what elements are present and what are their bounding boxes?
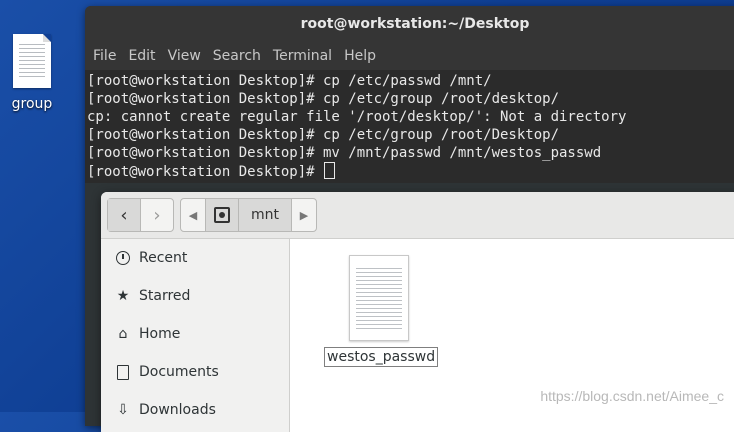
terminal-line: [root@workstation Desktop]# cp /etc/grou… <box>87 91 560 107</box>
path-crumb-mnt[interactable]: mnt <box>239 199 292 231</box>
menu-help[interactable]: Help <box>338 48 382 64</box>
terminal-line: cp: cannot create regular file '/root/de… <box>87 109 627 125</box>
text-file-icon <box>349 255 409 341</box>
terminal-title: root@workstation:~/Desktop <box>85 6 734 42</box>
sidebar-item-label: Starred <box>139 288 191 304</box>
terminal-line: [root@workstation Desktop]# cp /etc/pass… <box>87 73 492 89</box>
menu-file[interactable]: File <box>87 48 122 64</box>
terminal-cursor <box>324 162 336 179</box>
file-item-westos-passwd[interactable]: westos_passwd <box>324 255 439 367</box>
terminal-prompt: [root@workstation Desktop]# <box>87 164 324 180</box>
forward-button[interactable]: › <box>141 199 173 231</box>
sidebar-item-label: Documents <box>139 364 219 380</box>
star-icon: ★ <box>116 288 130 304</box>
terminal-line: [root@workstation Desktop]# cp /etc/grou… <box>87 127 560 143</box>
desktop-file-group[interactable]: group <box>6 34 58 112</box>
path-bar: ◀ mnt ▶ <box>180 198 317 232</box>
terminal-menubar: File Edit View Search Terminal Help <box>85 42 734 70</box>
drive-icon <box>214 207 230 223</box>
sidebar-item-label: Home <box>139 326 181 342</box>
sidebar-item-home[interactable]: ⌂ Home <box>101 315 289 353</box>
desktop-file-label: group <box>11 96 53 112</box>
history-nav: ‹ › <box>107 198 174 232</box>
text-file-icon <box>13 34 51 88</box>
menu-edit[interactable]: Edit <box>122 48 161 64</box>
path-scroll-right-icon[interactable]: ▶ <box>292 199 316 231</box>
drive-button[interactable] <box>205 199 239 231</box>
file-manager-headerbar: ‹ › ◀ mnt ▶ <box>101 192 734 239</box>
sidebar-item-downloads[interactable]: ⇩ Downloads <box>101 391 289 429</box>
sidebar-item-starred[interactable]: ★ Starred <box>101 277 289 315</box>
home-icon: ⌂ <box>118 326 128 342</box>
sidebar-item-label: Downloads <box>139 402 216 418</box>
sidebar-item-recent[interactable]: Recent <box>101 239 289 277</box>
watermark-text: https://blog.csdn.net/Aimee_c <box>540 388 724 404</box>
back-button[interactable]: ‹ <box>108 199 141 231</box>
document-icon <box>115 364 131 380</box>
terminal-output[interactable]: [root@workstation Desktop]# cp /etc/pass… <box>85 70 734 183</box>
terminal-prompt-line[interactable]: [root@workstation Desktop]# <box>87 162 734 181</box>
menu-view[interactable]: View <box>162 48 207 64</box>
download-icon: ⇩ <box>117 402 129 418</box>
menu-search[interactable]: Search <box>207 48 267 64</box>
menu-terminal[interactable]: Terminal <box>267 48 338 64</box>
file-name-label[interactable]: westos_passwd <box>324 347 439 367</box>
clock-icon <box>115 250 131 266</box>
sidebar-item-label: Recent <box>139 250 188 266</box>
places-sidebar: Recent ★ Starred ⌂ Home Documents ⇩ Down… <box>101 239 290 432</box>
path-scroll-left-icon[interactable]: ◀ <box>181 199 205 231</box>
sidebar-item-documents[interactable]: Documents <box>101 353 289 391</box>
terminal-line: [root@workstation Desktop]# mv /mnt/pass… <box>87 145 602 161</box>
